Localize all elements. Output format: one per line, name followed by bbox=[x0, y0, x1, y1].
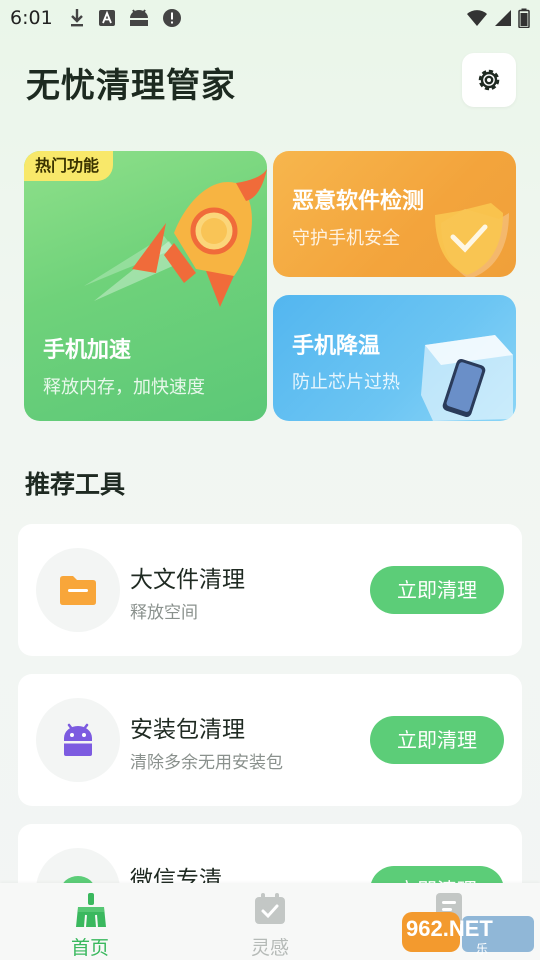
clean-now-button[interactable]: 立即清理 bbox=[370, 716, 504, 764]
app-title: 无忧清理管家 bbox=[26, 66, 236, 106]
nav-label-inspiration: 灵感 bbox=[250, 937, 289, 959]
cooling-title: 手机降温 bbox=[292, 334, 381, 359]
status-left-icons bbox=[68, 8, 182, 28]
broom-icon bbox=[76, 893, 106, 928]
download-icon bbox=[71, 9, 83, 27]
status-bar: 6:01 bbox=[0, 0, 540, 36]
speedup-subtitle: 释放内存，加快速度 bbox=[43, 377, 205, 398]
tool-icon-bg bbox=[36, 698, 120, 782]
watermark-sub: 乐游网 bbox=[476, 942, 489, 960]
cooling-subtitle: 防止芯片过热 bbox=[292, 372, 400, 393]
folder-icon bbox=[60, 576, 96, 605]
tool-icon-bg bbox=[36, 548, 120, 632]
phone-cooling-card[interactable]: 手机降温 防止芯片过热 bbox=[273, 295, 516, 421]
recommended-tools-title: 推荐工具 bbox=[25, 470, 126, 499]
gear-icon bbox=[478, 69, 500, 91]
watermark-text: 962.NET bbox=[406, 916, 493, 941]
alert-icon bbox=[163, 9, 181, 27]
battery-icon bbox=[518, 8, 530, 28]
tool-name: 安装包清理 bbox=[130, 717, 245, 743]
tool-card-apk-cleaner[interactable]: 安装包清理 清除多余无用安装包 立即清理 bbox=[18, 674, 522, 806]
android-icon bbox=[64, 723, 92, 756]
hot-feature-badge: 热门功能 bbox=[24, 151, 114, 181]
phone-speedup-card[interactable]: 热门功能 手机加速 释放内存，加快速度 bbox=[24, 151, 267, 421]
font-a-icon bbox=[99, 10, 115, 26]
malware-subtitle: 守护手机安全 bbox=[292, 228, 400, 249]
wifi-icon bbox=[467, 10, 487, 26]
settings-button[interactable] bbox=[462, 53, 516, 107]
tool-name: 大文件清理 bbox=[130, 567, 245, 593]
malware-detection-card[interactable]: 恶意软件检测 守护手机安全 bbox=[273, 151, 516, 277]
malware-title: 恶意软件检测 bbox=[292, 189, 425, 214]
android-icon bbox=[130, 9, 148, 26]
nav-item-inspiration[interactable]: 灵感 bbox=[210, 883, 330, 960]
nav-label-home: 首页 bbox=[70, 937, 109, 959]
clean-now-button[interactable]: 立即清理 bbox=[370, 566, 504, 614]
tool-card-large-files[interactable]: 大文件清理 释放空间 立即清理 bbox=[18, 524, 522, 656]
speedup-title: 手机加速 bbox=[43, 338, 132, 363]
nav-item-home[interactable]: 首页 bbox=[30, 883, 150, 960]
status-right-icons bbox=[466, 8, 530, 28]
status-time: 6:01 bbox=[10, 7, 53, 29]
calendar-check-icon bbox=[255, 893, 285, 924]
tool-desc: 清除多余无用安装包 bbox=[130, 753, 283, 773]
signal-icon bbox=[495, 10, 511, 26]
tool-desc: 释放空间 bbox=[130, 603, 198, 623]
